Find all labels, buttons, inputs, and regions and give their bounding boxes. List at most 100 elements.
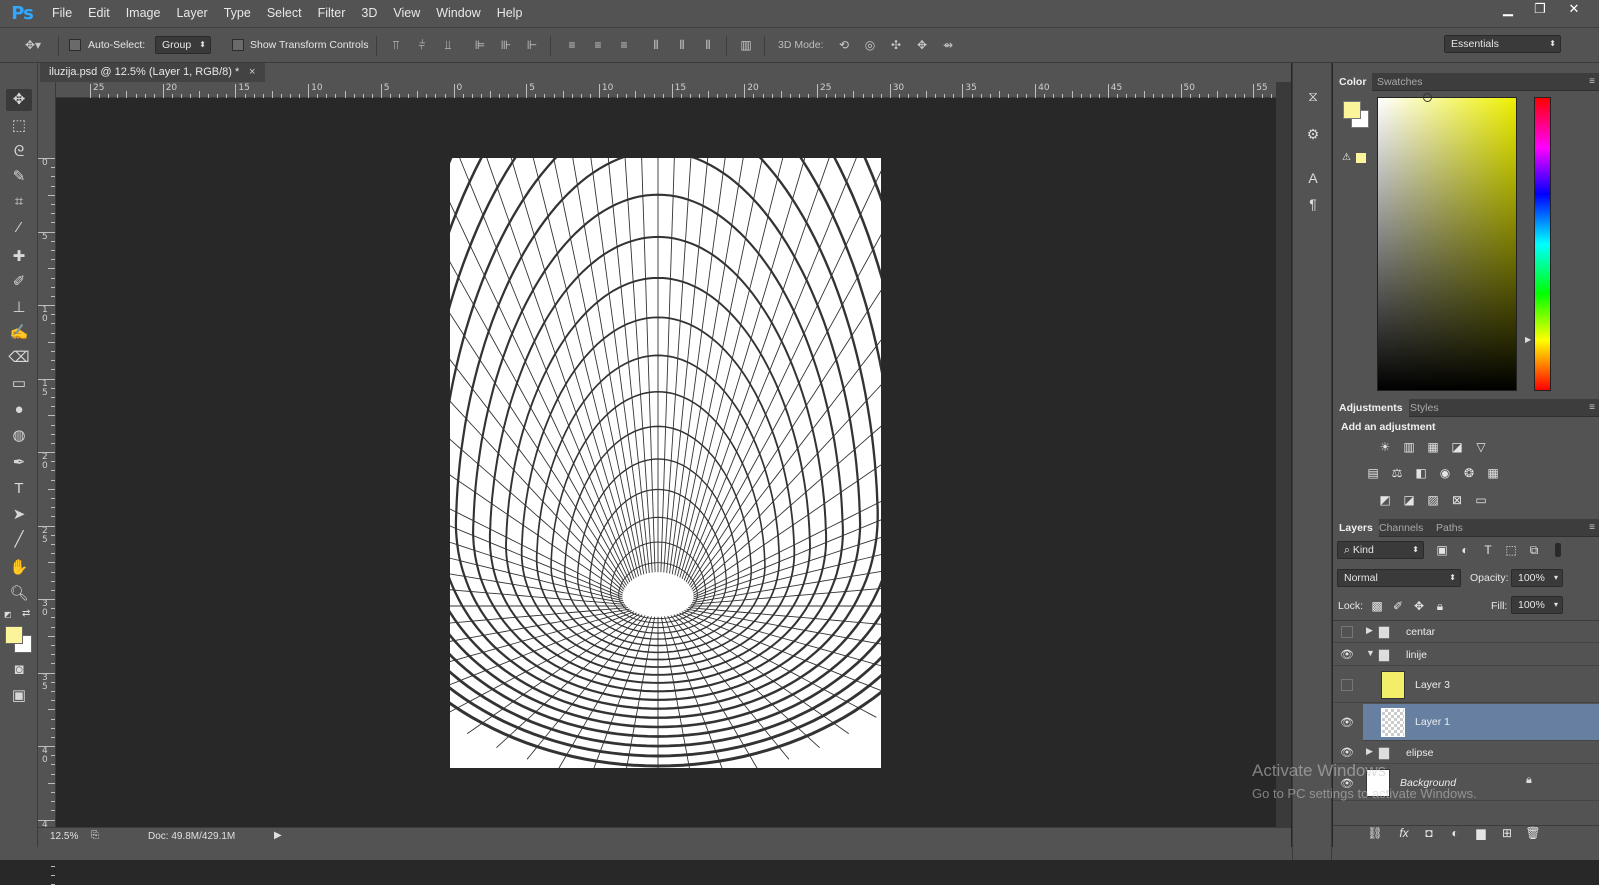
distribute-bottom-icon[interactable]: ≡ — [616, 38, 632, 52]
align-top-icon[interactable]: ⫪ — [388, 38, 404, 52]
default-colors-icon[interactable]: ◩ — [4, 610, 13, 619]
move-tool-icon[interactable]: ✥ — [6, 89, 32, 111]
align-hcenter-icon[interactable]: ⊪ — [498, 38, 514, 52]
align-left-icon[interactable]: ⊫ — [472, 38, 488, 52]
gamut-warning-icon[interactable]: ⚠ — [1342, 152, 1351, 163]
layer-row-layer-1[interactable]: Layer 1 — [1363, 704, 1599, 741]
menu-edit[interactable]: Edit — [80, 0, 118, 27]
status-menu-arrow-icon[interactable]: ▶ — [274, 830, 282, 841]
menu-view[interactable]: View — [385, 0, 428, 27]
layer-row-linije[interactable]: 👁︎ ▼ ▆ linije — [1333, 644, 1599, 666]
zoom-tool-icon[interactable]: 🔍︎ — [6, 583, 32, 605]
distribute-vcenter-icon[interactable]: ≡ — [590, 38, 606, 52]
history-panel-icon[interactable]: ⧖ — [1304, 87, 1322, 105]
photo-filter-icon[interactable]: ◉ — [1437, 465, 1453, 481]
brush-tool-icon[interactable]: ✐ — [6, 271, 32, 293]
lasso-tool-icon[interactable]: ᘓ — [6, 141, 32, 163]
vertical-ruler[interactable]: 051 01 52 02 53 03 54 04 — [38, 82, 56, 885]
filter-adjustment-icon[interactable]: ◐ — [1457, 542, 1473, 558]
zoom-level[interactable]: 12.5% — [50, 831, 78, 842]
filter-type-icon[interactable]: T — [1480, 542, 1496, 558]
close-icon[interactable]: ✕ — [1558, 0, 1590, 20]
eraser-tool-icon[interactable]: ⌫ — [6, 347, 32, 369]
opacity-field[interactable]: 100% ▾ — [1511, 569, 1563, 587]
tab-channels[interactable]: Channels — [1373, 519, 1429, 537]
add-mask-icon[interactable]: ◘ — [1421, 825, 1437, 841]
layer-row-centar[interactable]: ▶ ▆ centar — [1333, 621, 1599, 643]
paragraph-panel-icon[interactable]: ¶ — [1304, 195, 1322, 213]
close-tab-icon[interactable]: × — [249, 63, 255, 82]
gradient-tool-icon[interactable]: ▭ — [6, 373, 32, 395]
delete-layer-icon[interactable]: 🗑︎ — [1525, 825, 1541, 841]
quick-select-tool-icon[interactable]: ✎ — [6, 166, 32, 188]
vertical-scrollbar[interactable] — [1276, 82, 1291, 827]
channel-mixer-icon[interactable]: ❂ — [1461, 465, 1477, 481]
tab-swatches[interactable]: Swatches — [1371, 73, 1429, 91]
brightness-icon[interactable]: ☀ — [1377, 439, 1393, 455]
character-panel-icon[interactable]: A — [1304, 169, 1322, 187]
auto-select-checkbox[interactable] — [69, 39, 81, 51]
visibility-toggle[interactable] — [1341, 626, 1353, 638]
pen-tool-icon[interactable]: ✒ — [6, 452, 32, 474]
restore-icon[interactable]: ❐ — [1524, 0, 1556, 20]
align-vcenter-icon[interactable]: ⫩ — [414, 38, 430, 52]
panel-menu-icon[interactable]: ≡ — [1589, 73, 1595, 91]
eye-icon[interactable]: 👁︎ — [1339, 745, 1355, 761]
lock-transparency-icon[interactable]: ▩ — [1369, 598, 1385, 614]
hue-slider-handle[interactable]: ▶ — [1525, 335, 1531, 344]
exposure-icon[interactable]: ◪ — [1449, 439, 1465, 455]
path-selection-tool-icon[interactable]: ➤ — [6, 504, 32, 526]
canvas-workspace[interactable] — [57, 99, 1276, 827]
menu-filter[interactable]: Filter — [310, 0, 354, 27]
layer-style-icon[interactable]: fx — [1396, 825, 1412, 841]
expand-arrow-icon[interactable]: ▶ — [1366, 746, 1373, 757]
move-tool-preset-icon[interactable]: ✥▾ — [22, 38, 44, 52]
foreground-color-swatch[interactable] — [5, 626, 23, 644]
history-brush-tool-icon[interactable]: ✍ — [6, 322, 32, 344]
curves-icon[interactable]: ▦ — [1425, 439, 1441, 455]
threshold-icon[interactable]: ▨ — [1425, 492, 1441, 508]
color-field[interactable] — [1377, 97, 1517, 391]
black-white-icon[interactable]: ◧ — [1413, 465, 1429, 481]
menu-type[interactable]: Type — [216, 0, 259, 27]
quick-mask-icon[interactable]: ◙ — [6, 659, 32, 681]
type-tool-icon[interactable]: T — [6, 478, 32, 500]
visibility-toggle[interactable] — [1341, 679, 1353, 691]
levels-icon[interactable]: ▥ — [1401, 439, 1417, 455]
eyedropper-tool-icon[interactable]: ⁄ — [6, 217, 32, 239]
distribute-right-icon[interactable]: ⫴ — [700, 38, 716, 52]
3d-slide-icon[interactable]: ✥ — [914, 38, 930, 52]
hue-saturation-icon[interactable]: ▤ — [1365, 465, 1381, 481]
tab-styles[interactable]: Styles — [1404, 399, 1445, 417]
hue-slider[interactable] — [1534, 97, 1551, 391]
expand-arrow-icon[interactable]: ▶ — [1366, 625, 1373, 636]
menu-layer[interactable]: Layer — [168, 0, 215, 27]
healing-brush-tool-icon[interactable]: ✚ — [6, 246, 32, 268]
distribute-top-icon[interactable]: ≡ — [564, 38, 580, 52]
vibrance-icon[interactable]: ▽ — [1473, 439, 1489, 455]
crop-tool-icon[interactable]: ⌗ — [6, 191, 32, 213]
filter-toggle[interactable] — [1555, 543, 1561, 557]
new-layer-icon[interactable]: ⊞ — [1499, 825, 1515, 841]
panel-menu-icon[interactable]: ≡ — [1589, 399, 1595, 417]
auto-select-dropdown[interactable]: Group ⬍ — [155, 36, 211, 54]
3d-roll-icon[interactable]: ◎ — [862, 38, 878, 52]
hand-tool-icon[interactable]: ✋ — [6, 557, 32, 579]
color-lookup-icon[interactable]: ▦ — [1485, 465, 1501, 481]
gradient-map-icon[interactable]: ▭ — [1473, 492, 1489, 508]
eye-icon[interactable]: 👁︎ — [1339, 647, 1355, 663]
tab-layers[interactable]: Layers — [1333, 519, 1379, 537]
new-group-icon[interactable]: ▆ — [1473, 825, 1489, 841]
eye-icon[interactable]: 👁︎ — [1339, 715, 1355, 731]
show-transform-checkbox[interactable] — [232, 39, 244, 51]
color-panel-fg-swatch[interactable] — [1343, 101, 1361, 119]
menu-help[interactable]: Help — [489, 0, 531, 27]
new-adjustment-icon[interactable]: ◐ — [1447, 825, 1463, 841]
tab-adjustments[interactable]: Adjustments — [1333, 399, 1409, 417]
distribute-left-icon[interactable]: ⫴ — [648, 38, 664, 52]
collapse-arrow-icon[interactable]: ▼ — [1366, 648, 1375, 658]
lock-position-icon[interactable]: ✥ — [1411, 598, 1427, 614]
menu-3d[interactable]: 3D — [353, 0, 385, 27]
filter-shape-icon[interactable]: ⬚ — [1503, 542, 1519, 558]
properties-panel-icon[interactable]: ⚙ — [1304, 125, 1322, 143]
